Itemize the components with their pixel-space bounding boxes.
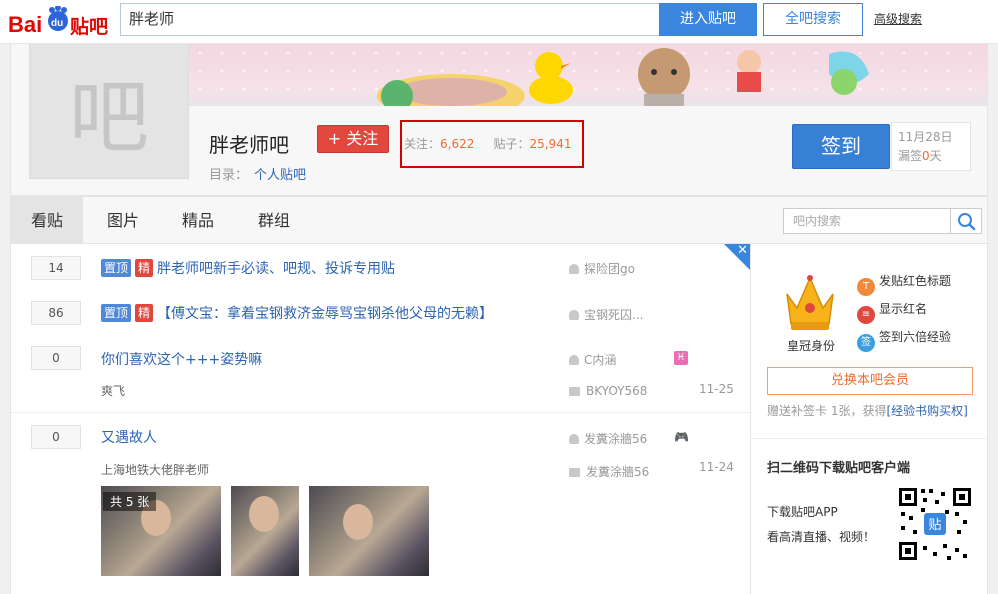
- thread-image[interactable]: [309, 486, 429, 576]
- thread-list: ✕ 14 置顶精胖老师吧新手必读、吧规、投诉专用贴 探险团go 86 置顶精【傅…: [10, 244, 751, 594]
- featured-badge: 精: [135, 304, 154, 322]
- pinned-badge: 置顶: [101, 304, 132, 322]
- thread-title[interactable]: 置顶精【傅文宝：拿着宝钢救济金辱骂宝钢杀他父母的无赖】: [101, 303, 493, 323]
- thread-abstract: 爽飞: [101, 384, 126, 398]
- perk-sign-exp: 签签到六倍经验: [857, 328, 951, 352]
- featured-badge: 精: [135, 259, 154, 277]
- user-icon: [569, 264, 579, 274]
- thread-author[interactable]: 探险团go: [569, 260, 635, 277]
- reply-count: 0: [31, 425, 81, 449]
- svg-text:贴: 贴: [928, 518, 941, 533]
- top-search-bar: Bai du 贴吧 胖老师 进入贴吧 全吧搜索 高级搜索: [0, 0, 998, 44]
- catalog-label: 目录：: [209, 168, 249, 183]
- last-reply-date: 11-24: [699, 460, 734, 474]
- reply-count: 14: [31, 256, 81, 280]
- gift-text: 赠送补签卡 1张，获得[经验书购买权]: [767, 404, 968, 418]
- user-icon: [569, 355, 579, 365]
- svg-text:du: du: [51, 18, 63, 29]
- catalog-link[interactable]: 个人贴吧: [254, 168, 306, 183]
- reply-count: 0: [31, 346, 81, 370]
- sign-exp-icon: 签: [857, 334, 875, 352]
- comment-icon: [569, 387, 580, 396]
- user-icon: [569, 310, 579, 320]
- forum-catalog: 目录： 个人贴吧: [209, 164, 306, 183]
- thread-abstract: 上海地铁大佬胖老师: [101, 463, 210, 477]
- thread-image[interactable]: 共 5 张: [101, 486, 221, 576]
- search-icon: [958, 213, 976, 231]
- thread-title[interactable]: 置顶精胖老师吧新手必读、吧规、投诉专用贴: [101, 258, 395, 278]
- thread-author[interactable]: 发糞涂牆56: [569, 430, 647, 447]
- qr-code-icon[interactable]: 贴: [897, 486, 973, 562]
- follow-button[interactable]: + 关注: [317, 125, 389, 153]
- post-count: 25,941: [529, 137, 572, 151]
- forum-stats: 关注：6,622 贴子：25,941: [400, 120, 584, 168]
- search-input[interactable]: 胖老师: [120, 3, 660, 36]
- sign-in-button[interactable]: 签到: [792, 124, 890, 169]
- redeem-member-button[interactable]: 兑换本吧会员: [767, 367, 973, 395]
- enter-forum-button[interactable]: 进入贴吧: [659, 3, 757, 36]
- svg-text:Bai: Bai: [8, 12, 42, 37]
- forum-nav: 看贴 图片 精品 群组 吧内搜索: [10, 196, 988, 244]
- thread-title[interactable]: 又遇故人: [101, 427, 157, 447]
- thread-author[interactable]: C内涵: [569, 351, 616, 368]
- thread-image[interactable]: [231, 486, 299, 576]
- tab-groups[interactable]: 群组: [238, 197, 310, 244]
- close-icon[interactable]: ✕: [737, 244, 748, 258]
- tab-featured[interactable]: 精品: [162, 197, 234, 244]
- tab-posts[interactable]: 看贴: [11, 197, 84, 244]
- image-count: 共 5 张: [103, 492, 157, 511]
- follow-count: 6,622: [440, 137, 475, 151]
- forum-search-button[interactable]: [951, 208, 982, 234]
- comment-icon: [569, 468, 580, 477]
- pinned-badge: 置顶: [101, 259, 132, 277]
- app-download-line2: 看高清直播、视频！: [767, 530, 876, 544]
- baidu-tieba-logo[interactable]: Bai du 贴吧: [8, 6, 112, 38]
- red-name-icon: ≡: [857, 306, 875, 324]
- crown-icon: [786, 275, 834, 330]
- perk-red-title: T 发贴红色标题: [857, 272, 951, 296]
- app-download-title: 扫二维码下载贴吧客户端: [767, 461, 911, 476]
- thread-title-text[interactable]: 胖老师吧新手必读、吧规、投诉专用贴: [157, 261, 395, 277]
- sign-info: 11月28日 漏签0天: [891, 122, 971, 171]
- crown-label: 皇冠身份: [787, 339, 836, 353]
- user-icon: [569, 434, 579, 444]
- thread-title-text[interactable]: 【傅文宝：拿着宝钢救济金辱骂宝钢杀他父母的无赖】: [157, 306, 493, 322]
- red-title-icon: T: [857, 278, 875, 296]
- missed-days: 漏签0天: [898, 149, 942, 163]
- sign-date: 11月28日: [898, 130, 953, 144]
- thread-author[interactable]: 宝钢死囚...: [569, 306, 643, 323]
- app-download-line1: 下载贴吧APP: [767, 505, 838, 519]
- last-reply-date: 11-25: [699, 382, 734, 396]
- search-all-button[interactable]: 全吧搜索: [763, 3, 863, 36]
- right-sidebar: 皇冠身份 T 发贴红色标题 ≡ 显示红名 签签到六倍经验 兑换本吧会员 赠送补签卡 …: [750, 244, 988, 594]
- reply-count: 86: [31, 301, 81, 325]
- last-reply-author[interactable]: BKYOY568: [569, 384, 647, 398]
- follow-count-label: 关注：: [404, 137, 441, 151]
- forum-avatar[interactable]: 吧: [29, 44, 189, 179]
- forum-search-input[interactable]: 吧内搜索: [783, 208, 951, 234]
- last-reply-author[interactable]: 发糞涂牆56: [569, 463, 649, 480]
- post-count-label: 贴子：: [493, 137, 530, 151]
- svg-text:贴吧: 贴吧: [70, 16, 108, 38]
- banner-illustration: [377, 48, 869, 106]
- forum-banner: [189, 44, 987, 106]
- forum-name[interactable]: 胖老师吧: [209, 129, 289, 158]
- thread-title[interactable]: 你们喜欢这个+++姿势嘛: [101, 349, 262, 369]
- game-icon: 🎮: [674, 430, 689, 444]
- constellation-icon: ♓: [674, 351, 688, 365]
- advanced-search-link[interactable]: 高级搜索: [874, 10, 922, 27]
- tab-images[interactable]: 图片: [87, 197, 159, 244]
- forum-header: 吧 胖老师吧 + 关注 关注：6,622 贴子：25,941 目录： 个人贴吧 签…: [10, 44, 988, 196]
- exp-book-link[interactable]: [经验书购买权]: [886, 404, 967, 418]
- perk-red-name: ≡ 显示红名: [857, 300, 927, 324]
